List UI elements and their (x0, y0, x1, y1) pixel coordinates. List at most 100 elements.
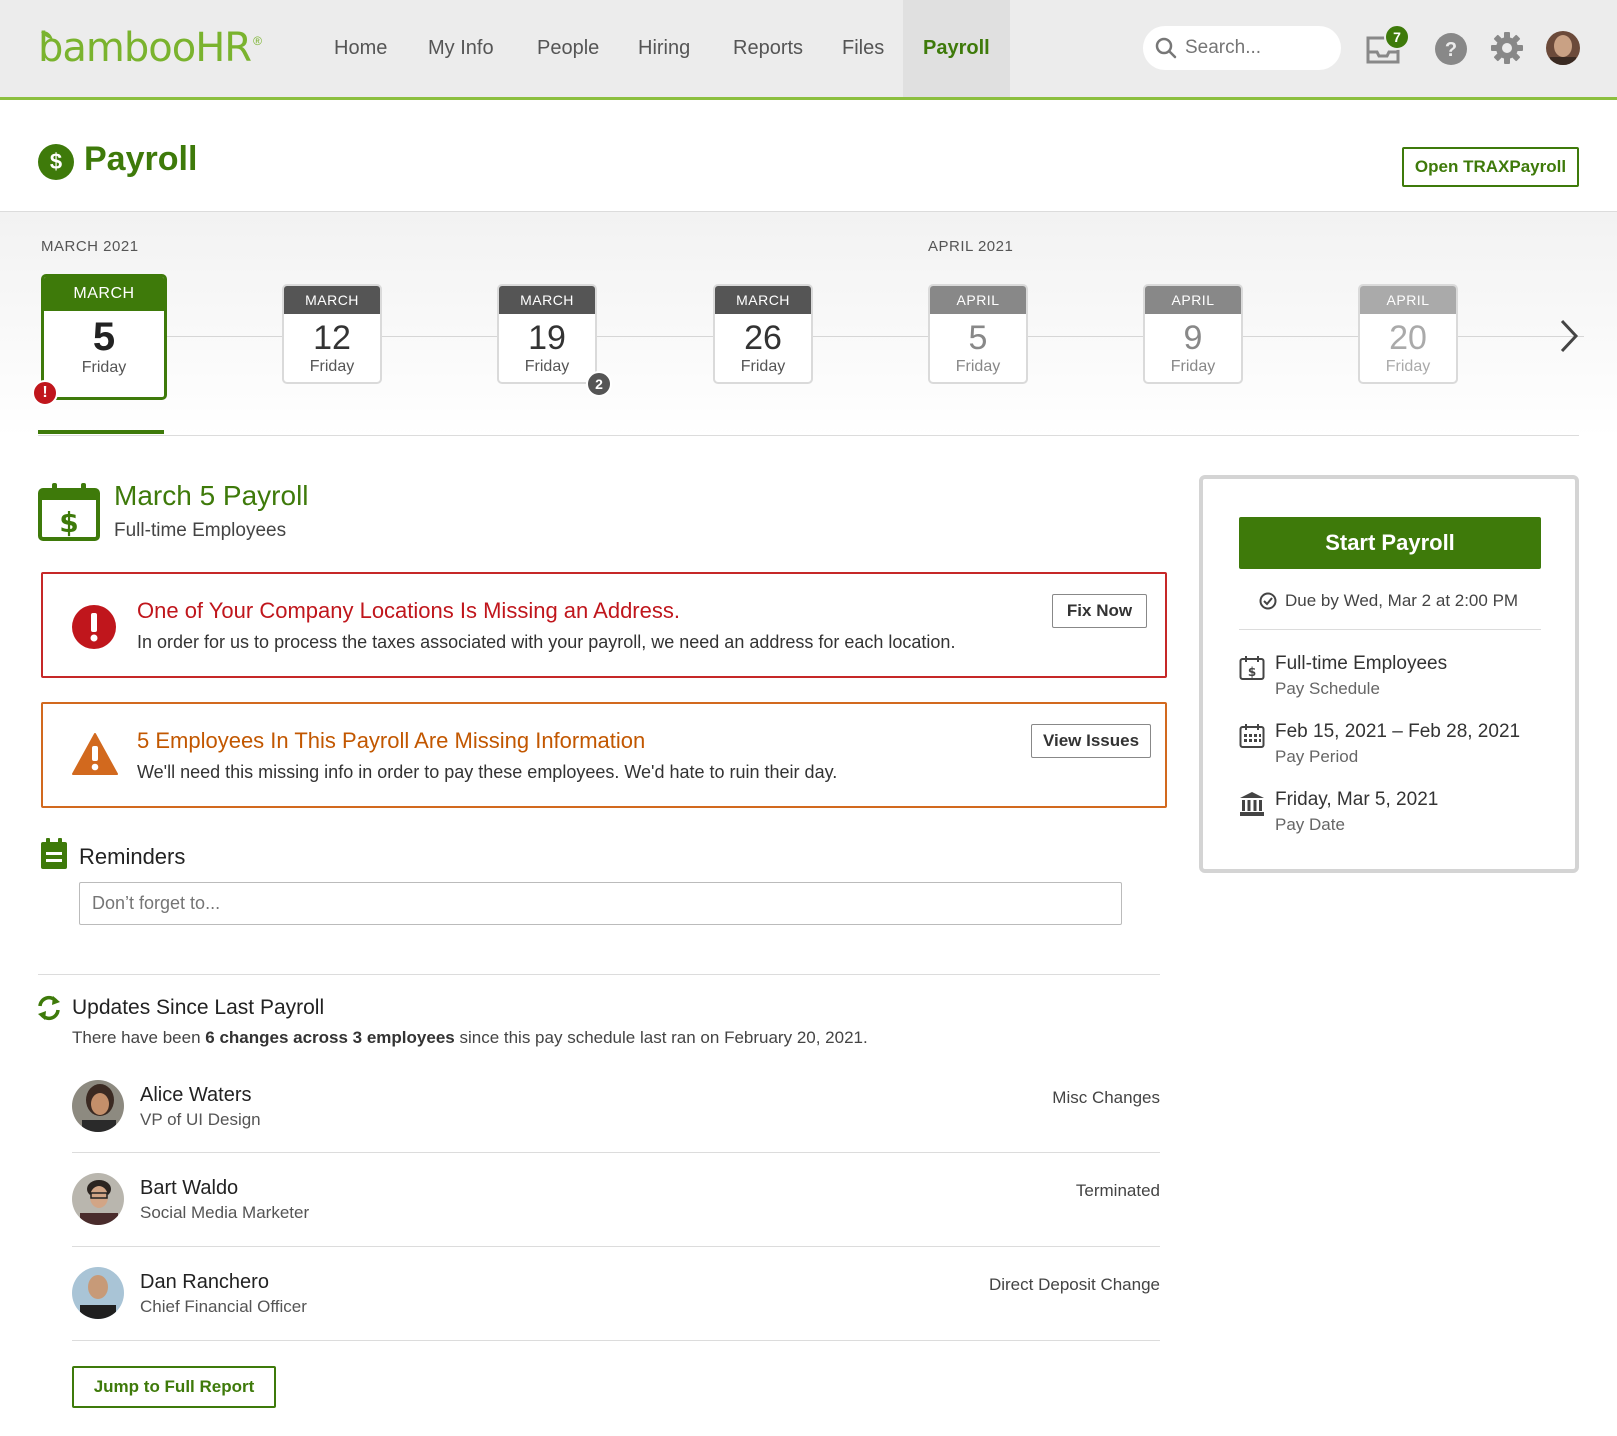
logo-registered-mark: ® (253, 34, 262, 48)
pay-date-card[interactable]: APRIL 20 Friday (1358, 284, 1458, 384)
month-label-april: APRIL 2021 (928, 238, 1014, 255)
dollar-sign: $ (59, 506, 78, 539)
updates-summary: There have been 6 changes across 3 emplo… (72, 1028, 868, 1048)
payroll-subtitle: Full-time Employees (114, 520, 287, 541)
divider (72, 1152, 1160, 1153)
pay-date-day: 20 (1389, 319, 1427, 357)
pay-date-month: MARCH (715, 286, 811, 314)
notepad-icon (41, 838, 67, 869)
notification-badge: 7 (1384, 24, 1410, 50)
search-input[interactable] (1185, 37, 1325, 59)
gear-icon[interactable] (1489, 30, 1525, 66)
pay-date-day: 26 (744, 319, 782, 357)
employee-row[interactable]: Dan Ranchero Chief Financial Officer Dir… (72, 1267, 1160, 1361)
divider (72, 1340, 1160, 1341)
bamboohr-logo[interactable]: bambooHR ® (38, 24, 262, 72)
pay-date-card[interactable]: MARCH 26 Friday (713, 284, 813, 384)
calendar-dollar-icon: $ (1239, 656, 1265, 680)
updates-summary-count: 6 changes across 3 employees (205, 1028, 455, 1047)
pay-period-label: Pay Period (1275, 747, 1359, 766)
chevron-right-icon[interactable] (1558, 318, 1580, 354)
help-icon[interactable]: ? (1434, 32, 1468, 66)
pay-date-weekday: Friday (1170, 358, 1216, 375)
due-date: Due by Wed, Mar 2 at 2:00 PM (1259, 591, 1518, 611)
nav-my-info[interactable]: My Info (428, 0, 494, 97)
pay-date-month: MARCH (284, 286, 380, 314)
pay-date-card[interactable]: APRIL 5 Friday (928, 284, 1028, 384)
error-circle-icon (72, 605, 116, 649)
nav-people[interactable]: People (537, 0, 599, 97)
payroll-summary-panel: Start Payroll Due by Wed, Mar 2 at 2:00 … (1199, 475, 1579, 873)
updates-summary-text: since this pay schedule last ran on Febr… (454, 1028, 868, 1047)
refresh-icon (38, 995, 60, 1021)
employee-row[interactable]: Bart Waldo Social Media Marketer Termina… (72, 1173, 1160, 1267)
pay-date-label: Pay Date (1275, 815, 1345, 834)
user-avatar[interactable] (1546, 31, 1580, 65)
reminders-title: Reminders (79, 844, 186, 869)
updates-title: Updates Since Last Payroll (72, 996, 325, 1019)
pay-schedule-label: Pay Schedule (1275, 679, 1380, 698)
pay-date-day: 9 (1183, 319, 1203, 357)
nav-files[interactable]: Files (842, 0, 884, 97)
view-issues-button[interactable]: View Issues (1031, 724, 1151, 758)
month-label-march: MARCH 2021 (41, 238, 139, 255)
pay-date-calendar: MARCH 2021 APRIL 2021 MARCH 5 Friday ! M… (0, 212, 1617, 438)
count-badge: 2 (586, 371, 612, 397)
pay-date-weekday: Friday (309, 358, 355, 375)
reminder-input[interactable] (79, 882, 1122, 925)
pay-date-weekday: Friday (955, 358, 1001, 375)
change-type: Terminated (1075, 1181, 1160, 1200)
pay-date-day: 5 (92, 315, 116, 359)
pay-schedule-value: Full-time Employees (1275, 653, 1448, 674)
jump-to-full-report-button[interactable]: Jump to Full Report (72, 1366, 276, 1408)
payroll-calendar-icon: $ (38, 483, 100, 541)
pay-date-weekday: Friday (740, 358, 786, 375)
nav-hiring[interactable]: Hiring (638, 0, 690, 97)
top-navigation: bambooHR ® Home My Info People Hiring Re… (0, 0, 1617, 100)
pay-date-month: APRIL (1145, 286, 1241, 314)
active-date-indicator (38, 430, 164, 434)
employee-row[interactable]: Alice Waters VP of UI Design Misc Change… (72, 1080, 1160, 1174)
pay-date-weekday: Friday (1385, 358, 1431, 375)
pay-date-card[interactable]: MARCH 12 Friday (282, 284, 382, 384)
pay-date-month: MARCH (44, 277, 164, 311)
payroll-title: March 5 Payroll (114, 480, 309, 511)
nav-reports[interactable]: Reports (733, 0, 803, 97)
search-icon (1155, 37, 1177, 59)
pay-date-value: Friday, Mar 5, 2021 (1275, 789, 1439, 810)
warning-triangle-icon (72, 733, 118, 775)
open-traxpayroll-button[interactable]: Open TRAXPayroll (1402, 147, 1579, 187)
employee-avatar (72, 1080, 124, 1132)
start-payroll-button[interactable]: Start Payroll (1239, 517, 1541, 569)
pay-date-day: 5 (968, 319, 988, 357)
logo-wordmark: bambooHR (38, 25, 252, 71)
calendar-icon (1239, 724, 1265, 748)
employee-name[interactable]: Bart Waldo (140, 1177, 238, 1200)
warning-alert: 5 Employees In This Payroll Are Missing … (41, 702, 1167, 808)
employee-name[interactable]: Alice Waters (140, 1084, 252, 1107)
due-date-text: Due by Wed, Mar 2 at 2:00 PM (1285, 591, 1519, 610)
leaf-icon (41, 31, 53, 40)
divider (38, 974, 1160, 975)
bank-icon (1240, 792, 1264, 816)
pay-date-month: APRIL (1360, 286, 1456, 314)
employee-role: Chief Financial Officer (140, 1297, 307, 1316)
alert-title: 5 Employees In This Payroll Are Missing … (137, 728, 646, 753)
alert-body: We'll need this missing info in order to… (137, 762, 838, 782)
fix-now-button[interactable]: Fix Now (1052, 594, 1147, 628)
pay-date-card[interactable]: MARCH 19 Friday (497, 284, 597, 384)
pay-date-card[interactable]: MARCH 5 Friday (41, 274, 167, 400)
search-box[interactable] (1143, 26, 1341, 70)
nav-home[interactable]: Home (334, 0, 387, 97)
nav-payroll[interactable]: Payroll (903, 0, 1010, 97)
pay-date-card[interactable]: APRIL 9 Friday (1143, 284, 1243, 384)
alert-body: In order for us to process the taxes ass… (137, 632, 956, 652)
employee-role: VP of UI Design (140, 1110, 261, 1129)
employee-name[interactable]: Dan Ranchero (140, 1271, 269, 1294)
pay-date-weekday: Friday (81, 359, 127, 376)
pay-date-month: MARCH (499, 286, 595, 314)
pay-date-day: 12 (313, 319, 351, 357)
divider (1239, 629, 1541, 630)
svg-text:$: $ (1248, 665, 1256, 679)
divider (38, 435, 1579, 436)
